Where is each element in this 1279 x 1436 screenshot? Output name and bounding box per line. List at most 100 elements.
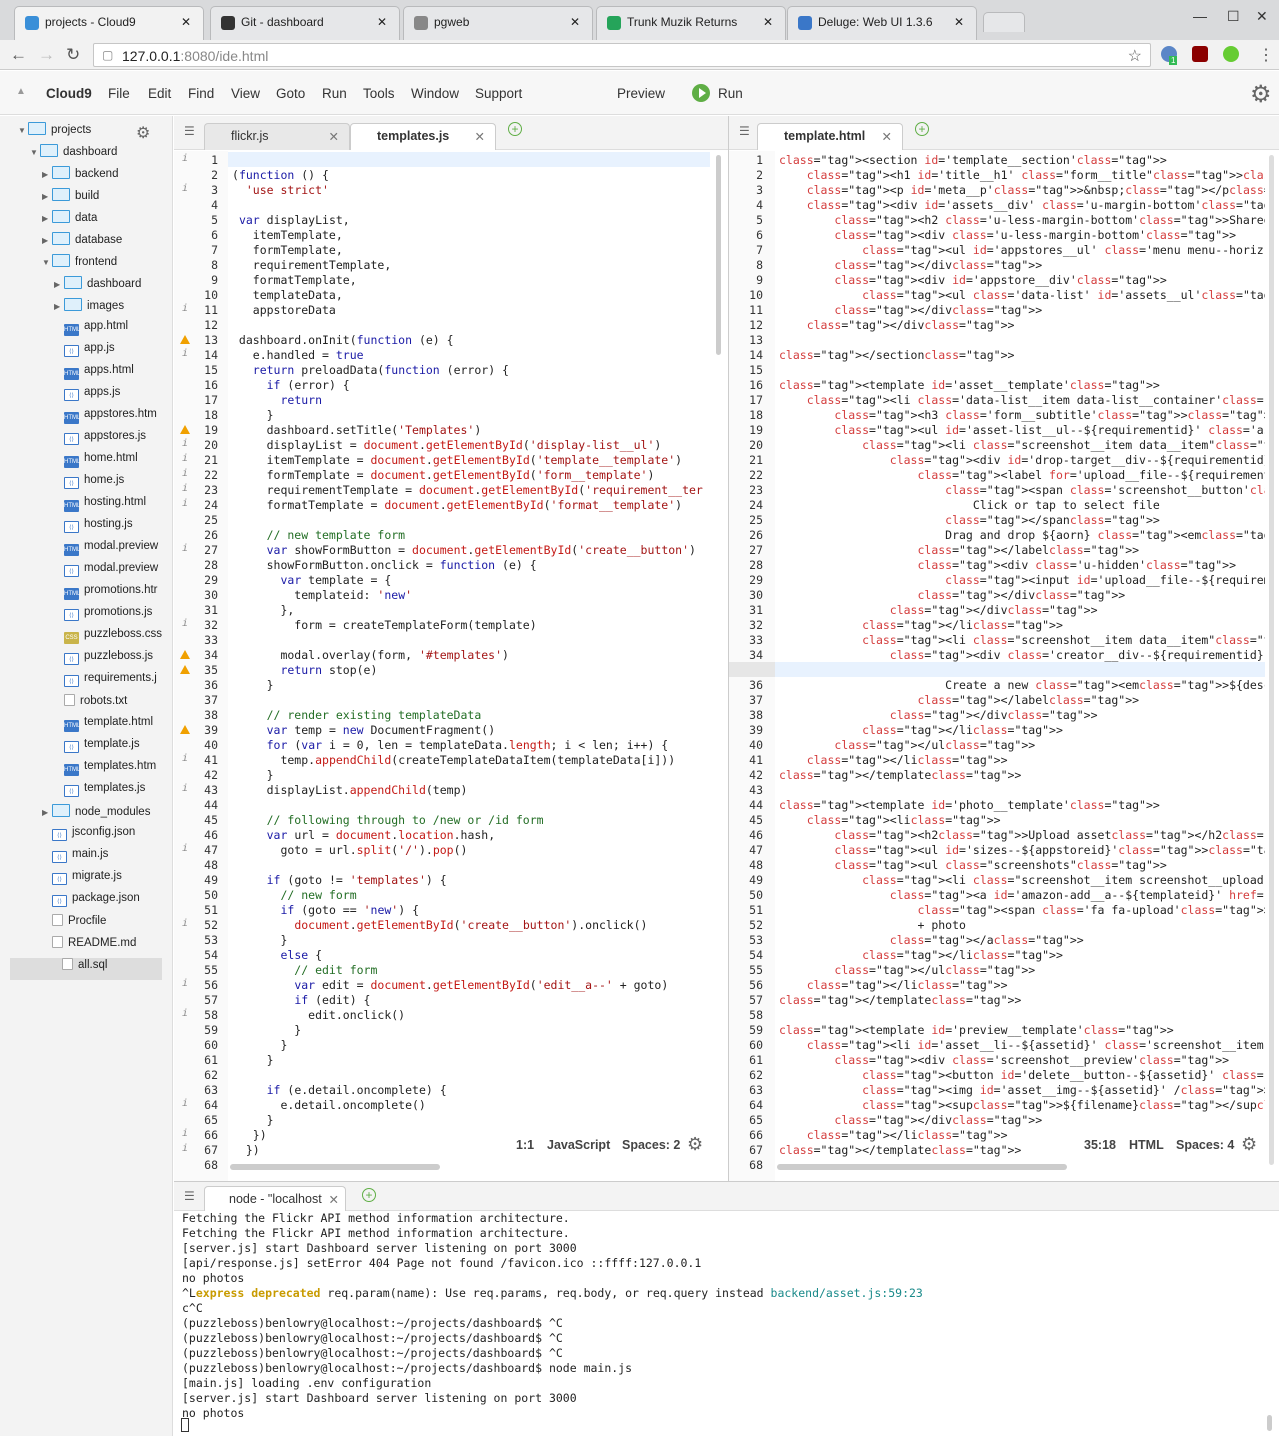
tab-menu-icon[interactable]: ☰ (184, 124, 195, 138)
reload-icon[interactable]: ↻ (66, 45, 80, 65)
tree-item-template-js[interactable]: ⟨⟩ template.js (54, 738, 140, 760)
caret-right-icon[interactable]: ▶ (42, 236, 52, 245)
tab-flickr-js[interactable]: flickr.js ✕ (204, 123, 350, 150)
maximize-icon[interactable]: ☐ (1227, 8, 1240, 25)
right-status-gear-icon[interactable]: ⚙ (1241, 1134, 1257, 1155)
tree-item-main-js[interactable]: ⟨⟩ main.js (42, 848, 108, 870)
info-icon[interactable]: i (182, 183, 188, 194)
address-bar[interactable]: ▢ 127.0.0.1:8080/ide.html ☆ (93, 43, 1151, 67)
browser-tab[interactable]: projects - Cloud9 ✕ (14, 6, 204, 40)
tree-item-backend[interactable]: ▶ backend (42, 166, 118, 188)
tree-item-home-js[interactable]: ⟨⟩ home.js (54, 474, 124, 496)
left-status-gear-icon[interactable]: ⚙ (687, 1134, 703, 1155)
info-icon[interactable]: i (182, 153, 188, 164)
info-icon[interactable]: i (182, 1143, 188, 1154)
tree-item-dashboard[interactable]: ▶ dashboard (54, 276, 141, 298)
info-icon[interactable]: i (182, 498, 188, 509)
caret-down-icon[interactable]: ▼ (42, 258, 52, 267)
info-icon[interactable]: i (182, 453, 188, 464)
right-code-area[interactable]: class="tag"><section id='template__secti… (775, 151, 1265, 1171)
tree-item-frontend[interactable]: ▼ frontend (42, 254, 117, 276)
tree-item-promotions-htr[interactable]: HTML promotions.htr (54, 584, 158, 606)
tree-item-apps-html[interactable]: HTML apps.html (54, 364, 134, 386)
caret-down-icon[interactable]: ▼ (30, 148, 40, 157)
tree-item-modal-preview[interactable]: HTML modal.preview (54, 540, 158, 562)
caret-right-icon[interactable]: ▶ (54, 302, 64, 311)
collapse-icon[interactable]: ▲ (16, 86, 26, 97)
tree-item-app-js[interactable]: ⟨⟩ app.js (54, 342, 115, 364)
tree-item-templates-htm[interactable]: HTML templates.htm (54, 760, 156, 782)
info-icon[interactable]: i (182, 468, 188, 479)
caret-right-icon[interactable]: ▶ (42, 808, 52, 817)
browser-tab[interactable]: Git - dashboard ✕ (210, 6, 400, 40)
tab-close-icon[interactable]: ✕ (329, 129, 339, 144)
info-icon[interactable]: i (182, 918, 188, 929)
tree-item-puzzleboss-css[interactable]: CSS puzzleboss.css (54, 628, 162, 650)
tree-item-puzzleboss-js[interactable]: ⟨⟩ puzzleboss.js (54, 650, 153, 672)
tree-item-promotions-js[interactable]: ⟨⟩ promotions.js (54, 606, 152, 628)
tab-close-icon[interactable]: ✕ (570, 15, 580, 29)
warning-icon[interactable] (180, 335, 190, 344)
info-icon[interactable]: i (182, 348, 188, 359)
menu-brand[interactable]: Cloud9 (46, 86, 92, 101)
right-mode[interactable]: HTML (1129, 1138, 1164, 1152)
terminal-output[interactable]: Fetching the Flickr API method informati… (174, 1211, 1279, 1436)
page-info-icon[interactable]: ▢ (102, 48, 113, 62)
info-icon[interactable]: i (182, 1008, 188, 1019)
preview-button[interactable]: Preview (617, 86, 665, 101)
left-vscrollbar[interactable] (716, 155, 721, 355)
tab-template-html[interactable]: template.html ✕ (757, 123, 903, 150)
left-spaces[interactable]: Spaces: 2 (622, 1138, 680, 1152)
tree-item-all-sql[interactable]: all.sql (10, 958, 162, 980)
bookmark-star-icon[interactable]: ☆ (1128, 46, 1142, 66)
tree-item-readme-md[interactable]: README.md (42, 936, 136, 958)
info-icon[interactable]: i (182, 1128, 188, 1139)
browser-tab[interactable]: Deluge: Web UI 1.3.6 ✕ (787, 6, 977, 40)
menu-item-find[interactable]: Find (188, 86, 214, 101)
info-icon[interactable]: i (182, 1098, 188, 1109)
browser-tab[interactable]: pgweb ✕ (403, 6, 593, 40)
left-mode[interactable]: JavaScript (547, 1138, 610, 1152)
browser-tab[interactable]: Trunk Muzik Returns ✕ (596, 6, 786, 40)
info-icon[interactable]: i (182, 303, 188, 314)
caret-right-icon[interactable]: ▶ (54, 280, 64, 289)
tree-item-modal-preview[interactable]: ⟨⟩ modal.preview (54, 562, 158, 584)
extension-play-icon[interactable] (1223, 46, 1239, 62)
tree-item-hosting-js[interactable]: ⟨⟩ hosting.js (54, 518, 133, 540)
warning-icon[interactable] (180, 665, 190, 674)
tree-item-home-html[interactable]: HTML home.html (54, 452, 138, 474)
tab-close-icon[interactable]: ✕ (882, 129, 892, 144)
tab-templates-js[interactable]: templates.js ✕ (350, 123, 496, 150)
menu-item-goto[interactable]: Goto (276, 86, 305, 101)
back-icon[interactable]: ← (10, 45, 27, 65)
menu-item-window[interactable]: Window (411, 86, 459, 101)
run-button[interactable]: Run (718, 86, 743, 101)
left-hscrollbar[interactable] (230, 1164, 440, 1170)
warning-icon[interactable] (180, 650, 190, 659)
caret-down-icon[interactable]: ▼ (18, 126, 28, 135)
info-icon[interactable]: i (182, 543, 188, 554)
info-icon[interactable]: i (182, 783, 188, 794)
tree-item-jsconfig-json[interactable]: ⟨⟩ jsconfig.json (42, 826, 135, 848)
right-vscrollbar[interactable] (1269, 155, 1274, 1165)
info-icon[interactable]: i (182, 438, 188, 449)
add-tab-icon[interactable]: + (362, 1188, 376, 1202)
caret-right-icon[interactable]: ▶ (42, 170, 52, 179)
tree-item-database[interactable]: ▶ database (42, 232, 122, 254)
caret-right-icon[interactable]: ▶ (42, 192, 52, 201)
menu-item-view[interactable]: View (231, 86, 260, 101)
info-icon[interactable]: i (182, 978, 188, 989)
extension-ublock-icon[interactable] (1192, 46, 1208, 62)
tree-item-images[interactable]: ▶ images (54, 298, 124, 320)
menu-item-file[interactable]: File (108, 86, 130, 101)
tab-close-icon[interactable]: ✕ (181, 15, 191, 29)
tree-item-appstores-js[interactable]: ⟨⟩ appstores.js (54, 430, 146, 452)
warning-icon[interactable] (180, 425, 190, 434)
add-tab-icon[interactable]: + (508, 122, 522, 136)
tab-close-icon[interactable]: ✕ (475, 129, 485, 144)
close-window-icon[interactable]: ✕ (1256, 8, 1268, 25)
tree-item-templates-js[interactable]: ⟨⟩ templates.js (54, 782, 145, 804)
tree-item-app-html[interactable]: HTML app.html (54, 320, 128, 342)
tree-item-appstores-htm[interactable]: HTML appstores.htm (54, 408, 157, 430)
tree-item-data[interactable]: ▶ data (42, 210, 97, 232)
